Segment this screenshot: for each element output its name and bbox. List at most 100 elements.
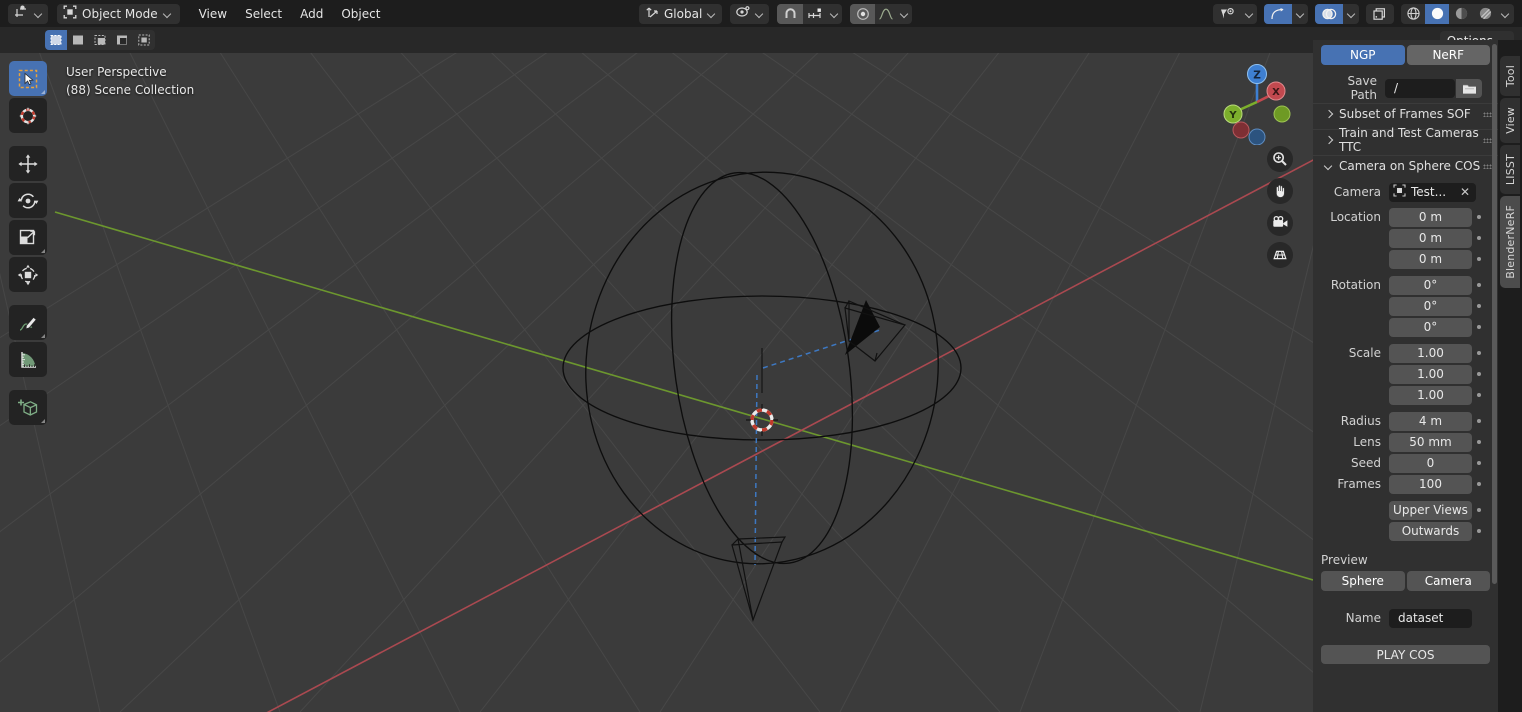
menu-select[interactable]: Select [236,4,291,24]
zoom-icon[interactable] [1267,146,1293,172]
visibility-dropdown[interactable] [1241,4,1257,24]
lens-input[interactable]: 50 mm [1389,432,1472,452]
folder-icon[interactable] [1456,78,1482,98]
rotation-x-input[interactable]: 0° [1389,275,1472,295]
close-icon[interactable]: ✕ [1460,185,1470,199]
shading-rendered-icon[interactable] [1473,4,1497,24]
frames-input[interactable]: 100 [1389,474,1472,494]
pan-hand-icon[interactable] [1267,178,1293,204]
animate-dot-icon[interactable] [1472,215,1486,219]
visibility-selector-icon[interactable] [1213,4,1241,24]
vtab-blendernerf[interactable]: BlenderNeRF [1500,196,1520,288]
shading-wireframe-icon[interactable] [1401,4,1425,24]
pivot-point-selector[interactable] [730,3,770,24]
preview-tab-camera[interactable]: Camera [1406,571,1490,591]
outwards-toggle[interactable]: Outwards [1389,521,1472,541]
animate-dot-icon[interactable] [1472,461,1486,465]
rotation-y-input[interactable]: 0° [1389,296,1472,316]
menu-object[interactable]: Object [332,4,389,24]
navigation-gizmo[interactable]: Z X Y [1214,59,1300,145]
animate-dot-icon[interactable] [1472,351,1486,355]
animate-dot-icon[interactable] [1472,325,1486,329]
toggle-perspective-icon[interactable] [1267,242,1293,268]
annotate-tool[interactable] [9,305,47,340]
animate-dot-icon[interactable] [1472,372,1486,376]
animate-dot-icon[interactable] [1472,257,1486,261]
gizmo-axis-x: X [1272,87,1280,98]
rotation-label: Rotation [1330,278,1381,292]
radius-input[interactable]: 4 m [1389,411,1472,431]
snapping-cluster [777,3,843,24]
camera-object-field[interactable]: Test... ✕ [1389,182,1476,202]
select-mode-intersect[interactable] [133,30,155,50]
add-cube-tool[interactable] [9,390,47,425]
animate-dot-icon[interactable] [1472,482,1486,486]
gizmo-toggle-icon[interactable] [1264,3,1292,24]
location-z-input[interactable]: 0 m [1389,249,1472,269]
section-subset-of-frames[interactable]: Subset of Frames SOF [1313,103,1498,124]
shading-material-preview-icon[interactable] [1449,4,1473,24]
falloff-dropdown[interactable] [897,4,912,24]
overlays-cluster [1315,3,1359,24]
snap-magnet-toggle[interactable] [777,3,804,24]
shading-dropdown[interactable] [1497,4,1514,24]
select-mode-subtract[interactable] [89,30,111,50]
animate-dot-icon[interactable] [1472,440,1486,444]
play-cos-button[interactable]: PLAY COS [1321,645,1490,664]
animate-dot-icon[interactable] [1472,283,1486,287]
snap-dropdown[interactable] [827,4,842,24]
animate-dot-icon[interactable] [1472,236,1486,240]
overlays-toggle-icon[interactable] [1315,3,1343,24]
section-camera-on-sphere[interactable]: Camera on Sphere COS [1313,155,1498,176]
transform-orientation-selector[interactable]: Global [639,3,723,24]
proportional-falloff-icon[interactable] [875,4,897,24]
select-mode-set[interactable] [45,30,67,50]
menu-add[interactable]: Add [291,4,332,24]
xray-toggle-icon[interactable] [1366,3,1394,24]
select-mode-extend[interactable] [67,30,89,50]
editor-type-selector[interactable] [8,3,48,24]
overlays-dropdown[interactable] [1343,4,1359,24]
animate-dot-icon[interactable] [1472,508,1486,512]
scale-z-input[interactable]: 1.00 [1389,385,1472,405]
location-x-input[interactable]: 0 m [1389,207,1472,227]
animate-dot-icon[interactable] [1472,304,1486,308]
rotation-z-input[interactable]: 0° [1389,317,1472,337]
upper-views-toggle[interactable]: Upper Views [1389,500,1472,520]
vtab-view[interactable]: View [1500,98,1520,144]
menu-view[interactable]: View [190,4,236,24]
chevron-down-icon [1245,9,1254,18]
tab-nerf[interactable]: NeRF [1406,45,1490,65]
proportional-editing-icon[interactable] [850,3,876,24]
transform-tool[interactable] [9,257,47,292]
sidebar-scrollbar[interactable] [1492,44,1497,712]
camera-view-icon[interactable] [1267,210,1293,236]
preview-tab-sphere[interactable]: Sphere [1321,571,1405,591]
visibility-selector[interactable] [1213,3,1257,24]
measure-tool[interactable] [9,342,47,377]
animate-dot-icon[interactable] [1472,393,1486,397]
name-input[interactable]: dataset [1389,608,1472,628]
save-path-input[interactable]: / [1385,78,1455,98]
select-mode-invert[interactable] [111,30,133,50]
cursor-tool[interactable] [9,98,47,133]
vtab-lisst[interactable]: LISST [1500,145,1520,195]
mode-selector[interactable]: Object Mode [57,3,180,24]
animate-dot-icon[interactable] [1472,529,1486,533]
location-y-input[interactable]: 0 m [1389,228,1472,248]
shading-solid-icon[interactable] [1425,3,1449,24]
animate-dot-icon[interactable] [1472,419,1486,423]
tweak-select-tool[interactable] [9,61,47,96]
snap-increment-icon[interactable] [803,4,827,24]
scale-y-input[interactable]: 1.00 [1389,364,1472,384]
scale-x-input[interactable]: 1.00 [1389,343,1472,363]
rotate-tool[interactable] [9,183,47,218]
scale-tool[interactable] [9,220,47,255]
seed-input[interactable]: 0 [1389,453,1472,473]
3d-viewport[interactable]: User Perspective (88) Scene Collection Z… [0,53,1313,712]
move-tool[interactable] [9,146,47,181]
gizmo-dropdown[interactable] [1292,4,1308,24]
vtab-tool[interactable]: Tool [1500,56,1520,97]
section-train-test-cameras[interactable]: Train and Test Cameras TTC [1313,126,1498,154]
tab-ngp[interactable]: NGP [1321,45,1405,65]
